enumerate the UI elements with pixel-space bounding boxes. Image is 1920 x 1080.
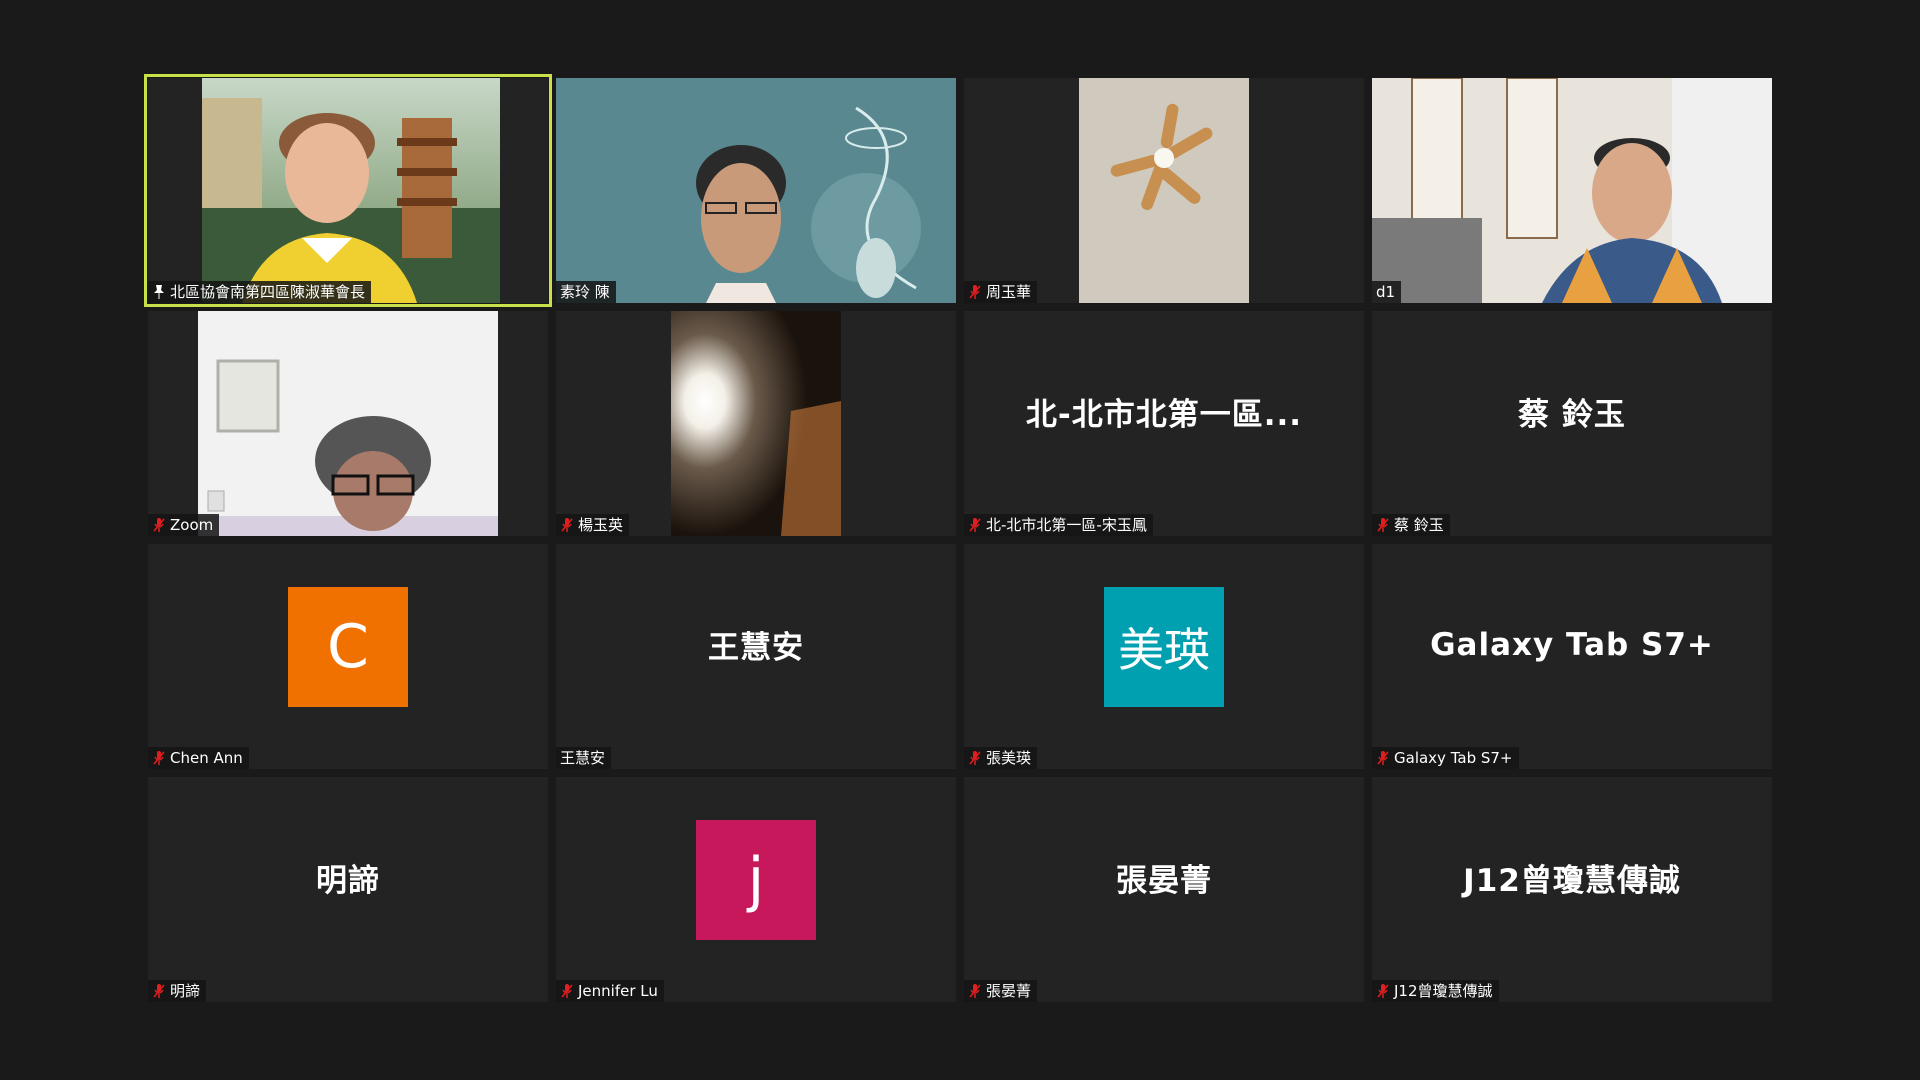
participant-video [198,311,498,536]
participant-name: 張晏菁 [986,982,1032,1000]
participant-nametag: 楊玉英 [556,514,630,536]
participant-nametag: J12曾瓊慧傳誠 [1372,980,1499,1002]
participant-nametag: 蔡 鈴玉 [1372,514,1450,536]
participant-name: 張美瑛 [986,749,1032,767]
video-frame [1372,78,1772,303]
participant-name: 素玲 陳 [560,283,610,301]
participant-nametag: Zoom [148,514,220,536]
participant-display-name: J12曾瓊慧傳誠 [1463,863,1681,899]
participant-name: Galaxy Tab S7+ [1394,749,1513,767]
participant-display-name: 北-北市北第一區... [1025,397,1303,433]
video-frame [202,78,500,303]
participant-nametag: 張美瑛 [964,747,1038,769]
video-frame [1079,78,1249,303]
mic-muted-icon [969,984,981,998]
video-frame [556,78,956,303]
mic-muted-icon [561,518,573,532]
participant-nametag: Chen Ann [148,747,249,769]
participant-video [671,311,841,536]
mic-muted-icon [969,285,981,299]
participant-tile-8[interactable]: C Chen Ann [148,544,548,769]
participant-avatar: C [288,586,408,707]
participant-tile-0[interactable]: 北區協會南第四區陳淑華會長 [144,74,552,307]
participant-tile-2[interactable]: 周玉華 [964,78,1364,303]
participant-display-name: Galaxy Tab S7+ [1430,626,1714,663]
participant-display-name: 蔡 鈴玉 [1518,397,1626,433]
participant-name: 明諦 [170,982,201,1000]
participant-name: Jennifer Lu [578,982,658,1000]
participant-video [202,78,500,303]
participant-tile-14[interactable]: 張晏菁 張晏菁 [964,777,1364,1002]
participant-name: Chen Ann [170,749,243,767]
participant-name: 北區協會南第四區陳淑華會長 [170,283,366,301]
participant-nametag: 周玉華 [964,281,1038,303]
participant-avatar: j [696,819,816,940]
participant-nametag: 北區協會南第四區陳淑華會長 [148,281,372,303]
participant-nametag: Galaxy Tab S7+ [1372,747,1519,769]
participant-nametag: 北-北市北第一區-宋玉鳳 [964,514,1153,536]
mic-muted-icon [969,751,981,765]
video-frame [198,311,498,536]
participant-name: Zoom [170,516,214,534]
mic-muted-icon [1377,518,1389,532]
participant-nametag: 明諦 [148,980,207,1002]
participant-name: 周玉華 [986,283,1032,301]
participant-tile-1[interactable]: 素玲 陳 [556,78,956,303]
pin-icon [154,285,164,299]
mic-muted-icon [153,518,165,532]
participant-name: J12曾瓊慧傳誠 [1394,982,1493,1000]
participant-tile-11[interactable]: Galaxy Tab S7+ Galaxy Tab S7+ [1372,544,1772,769]
participant-tile-5[interactable]: 楊玉英 [556,311,956,536]
participant-display-name: 明諦 [316,863,380,899]
video-frame [671,311,841,536]
participant-tile-15[interactable]: J12曾瓊慧傳誠 J12曾瓊慧傳誠 [1372,777,1772,1002]
participant-nametag: 王慧安 [556,747,612,769]
participant-display-name: 王慧安 [708,630,804,666]
participant-tile-3[interactable]: d1 [1372,78,1772,303]
participant-nametag: 素玲 陳 [556,281,616,303]
participant-tile-7[interactable]: 蔡 鈴玉 蔡 鈴玉 [1372,311,1772,536]
participant-tile-6[interactable]: 北-北市北第一區... 北-北市北第一區-宋玉鳳 [964,311,1364,536]
participant-video [556,78,956,303]
participant-video [1079,78,1249,303]
participant-name: 楊玉英 [578,516,624,534]
participant-nametag: d1 [1372,281,1402,303]
participant-tile-4[interactable]: Zoom [148,311,548,536]
participant-avatar: 美瑛 [1104,586,1224,707]
participant-tile-13[interactable]: j Jennifer Lu [556,777,956,1002]
mic-muted-icon [1377,984,1389,998]
participant-name: 北-北市北第一區-宋玉鳳 [986,516,1147,534]
participant-nametag: Jennifer Lu [556,980,664,1002]
participant-nametag: 張晏菁 [964,980,1038,1002]
participant-display-name: 張晏菁 [1116,863,1212,899]
gallery-grid: 北區協會南第四區陳淑華會長 素玲 陳 周玉華 d1 Zoom 楊玉英 北-北市北… [144,74,1772,1002]
mic-muted-icon [1377,751,1389,765]
mic-muted-icon [153,984,165,998]
mic-muted-icon [969,518,981,532]
participant-tile-10[interactable]: 美瑛 張美瑛 [964,544,1364,769]
participant-name: d1 [1376,283,1396,301]
participant-name: 蔡 鈴玉 [1394,516,1444,534]
participant-name: 王慧安 [560,749,606,767]
participant-tile-12[interactable]: 明諦 明諦 [148,777,548,1002]
participant-tile-9[interactable]: 王慧安 王慧安 [556,544,956,769]
participant-video [1372,78,1772,303]
mic-muted-icon [153,751,165,765]
mic-muted-icon [561,984,573,998]
